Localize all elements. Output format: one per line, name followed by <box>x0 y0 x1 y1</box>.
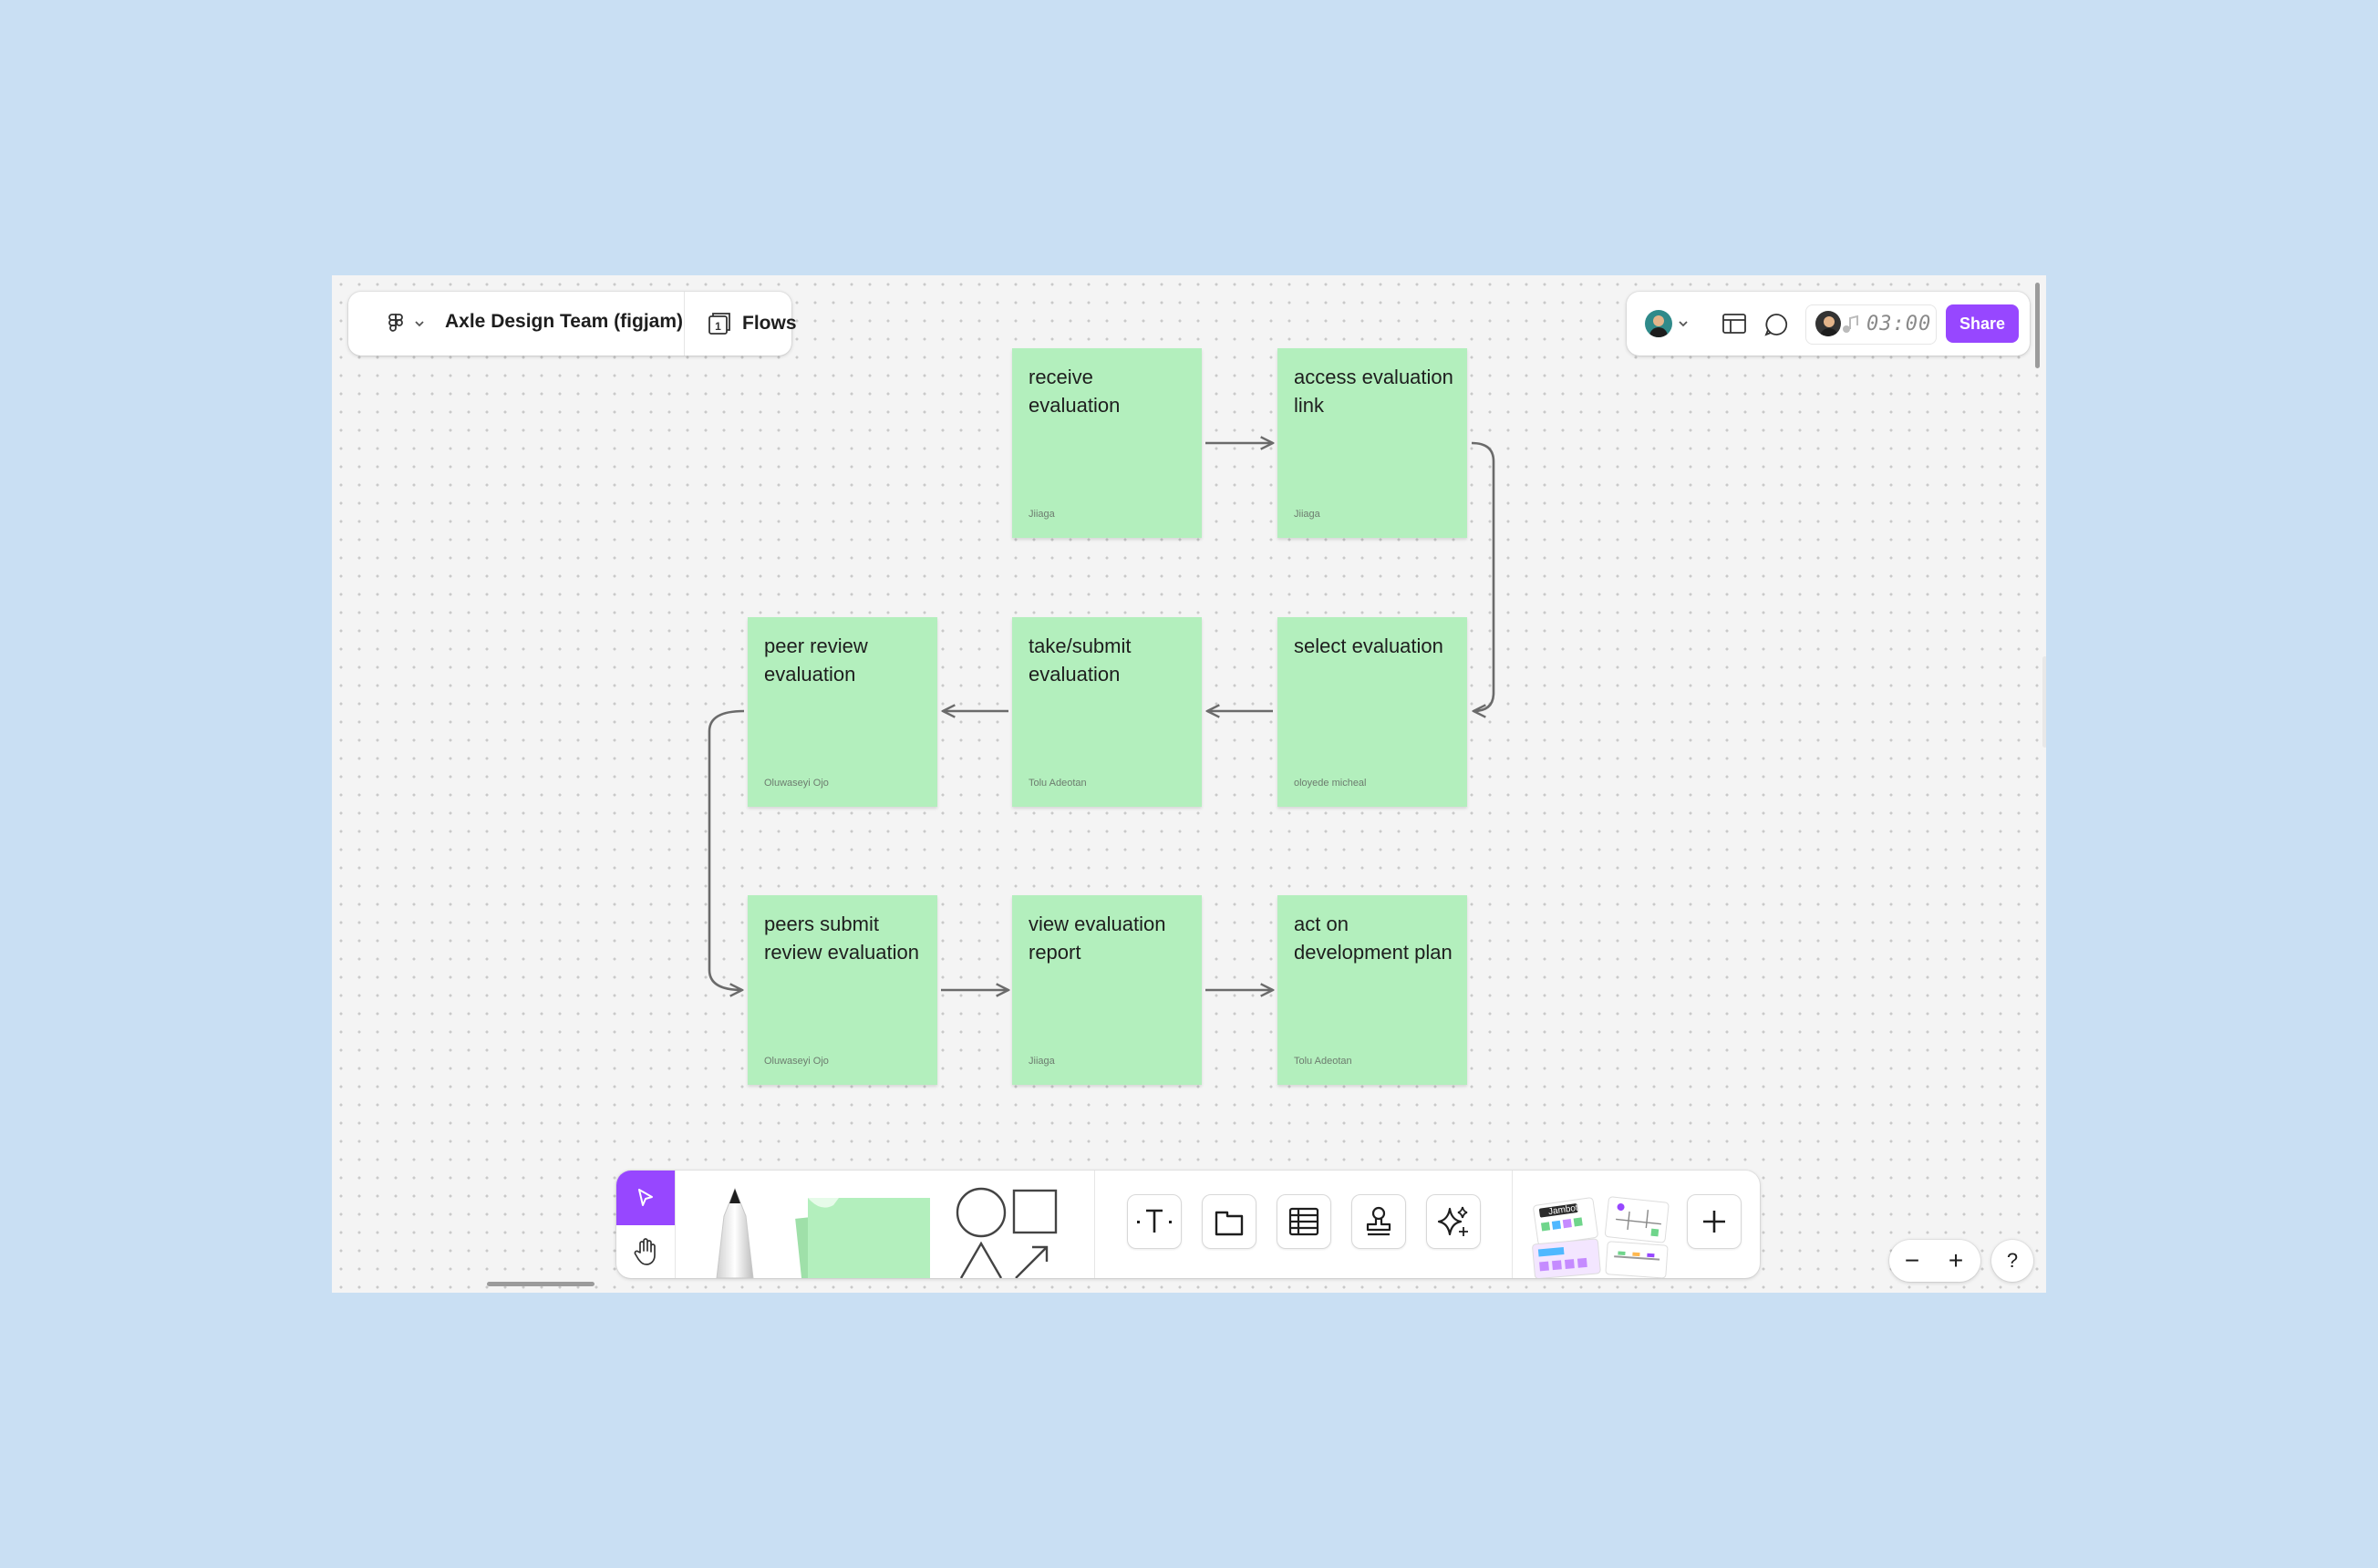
sparkle-icon <box>1437 1206 1468 1236</box>
sticky-note[interactable]: peer review evaluation Oluwaseyi Ojo <box>748 617 937 807</box>
figjam-window: receive evaluation Jiiaga access evaluat… <box>332 275 2046 1293</box>
horizontal-scrollbar[interactable] <box>487 1282 594 1286</box>
text-icon <box>1137 1209 1172 1233</box>
table-tool[interactable] <box>1277 1194 1331 1249</box>
share-button[interactable]: Share <box>1946 304 2019 343</box>
hand-tool[interactable] <box>616 1225 675 1278</box>
divider <box>675 1171 676 1278</box>
text-tool[interactable] <box>1127 1194 1182 1249</box>
user-avatar[interactable] <box>1645 310 1672 337</box>
page-selector[interactable]: 1 Flows <box>706 303 797 345</box>
file-title[interactable]: Axle Design Team (figjam) <box>445 311 683 333</box>
sticky-author: Jiiaga <box>1294 509 1320 520</box>
help-button[interactable]: ? <box>1991 1240 2033 1282</box>
ai-tool[interactable] <box>1426 1194 1481 1249</box>
sticky-author: Oluwaseyi Ojo <box>764 1056 829 1067</box>
timer[interactable]: 03:00 <box>1805 304 1937 345</box>
sticky-note[interactable]: act on development plan Tolu Adeotan <box>1277 895 1467 1085</box>
chevron-down-icon[interactable] <box>1678 320 1689 327</box>
shapes-tool[interactable] <box>956 1187 1065 1278</box>
figma-logo-icon[interactable] <box>385 313 407 335</box>
templates-tool[interactable]: Jambot <box>1528 1194 1674 1278</box>
more-tool[interactable] <box>1687 1194 1742 1249</box>
divider <box>684 292 685 356</box>
layout-icon[interactable] <box>1721 312 1747 335</box>
file-panel: Axle Design Team (figjam) 1 Flows <box>348 292 797 356</box>
sticky-author: Jiiaga <box>1029 509 1055 520</box>
sticky-note[interactable]: select evaluation oloyede micheal <box>1277 617 1467 807</box>
sticky-author: Tolu Adeotan <box>1029 778 1087 789</box>
chevron-down-icon[interactable] <box>414 320 425 327</box>
sticky-text: receive evaluation <box>1029 366 1121 417</box>
sticky-text: select evaluation <box>1294 634 1443 657</box>
zoom-out-button[interactable]: − <box>1897 1245 1928 1276</box>
hand-icon <box>634 1238 656 1265</box>
sticky-author: Oluwaseyi Ojo <box>764 778 829 789</box>
pages-icon: 1 <box>708 313 730 335</box>
sticky-text: peers submit review evaluation <box>764 913 919 964</box>
sticky-text: act on development plan <box>1294 913 1453 964</box>
sticky-author: Jiiaga <box>1029 1056 1055 1067</box>
stamp-icon <box>1366 1206 1391 1236</box>
sticky-author: Tolu Adeotan <box>1294 1056 1352 1067</box>
sticky-author: oloyede micheal <box>1294 778 1367 789</box>
section-icon <box>1215 1211 1244 1236</box>
sticky-note-tool[interactable] <box>793 1187 930 1278</box>
zoom-in-button[interactable]: + <box>1940 1245 1971 1276</box>
divider <box>1512 1171 1513 1278</box>
collab-panel: 03:00 Share <box>1627 292 2030 356</box>
vertical-scrollbar[interactable] <box>2035 283 2040 368</box>
sticky-note[interactable]: view evaluation report Jiiaga <box>1012 895 1202 1085</box>
timer-value: 03:00 <box>1866 313 1932 335</box>
select-tool[interactable] <box>616 1171 675 1225</box>
pages-count: 1 <box>715 320 721 333</box>
sticky-note[interactable]: receive evaluation Jiiaga <box>1012 348 1202 538</box>
connector-access-to-select[interactable] <box>1471 441 1495 711</box>
plus-icon <box>1703 1211 1725 1233</box>
sticky-note[interactable]: access evaluation link Jiiaga <box>1277 348 1467 538</box>
sticky-text: view evaluation report <box>1029 913 1166 964</box>
marker-tool[interactable] <box>708 1187 762 1278</box>
sticky-text: take/submit evaluation <box>1029 634 1132 686</box>
zoom-controls: − + <box>1889 1240 1980 1282</box>
timer-avatar <box>1815 311 1841 336</box>
stamp-tool[interactable] <box>1351 1194 1406 1249</box>
comment-icon[interactable] <box>1763 312 1789 337</box>
connector-peer-to-peers-submit[interactable] <box>708 709 745 990</box>
music-icon <box>1843 315 1858 333</box>
section-tool[interactable] <box>1202 1194 1256 1249</box>
sticky-note[interactable]: take/submit evaluation Tolu Adeotan <box>1012 617 1202 807</box>
divider <box>1094 1171 1095 1278</box>
sticky-text: peer review evaluation <box>764 634 868 686</box>
sticky-note[interactable]: peers submit review evaluation Oluwaseyi… <box>748 895 937 1085</box>
table-icon <box>1288 1207 1319 1236</box>
sticky-text: access evaluation link <box>1294 366 1453 417</box>
page-name: Flows <box>742 313 797 334</box>
cursor-icon <box>638 1189 653 1206</box>
side-scroll-handle[interactable] <box>2042 656 2046 748</box>
bottom-toolbar: Jambot <box>616 1171 1760 1278</box>
